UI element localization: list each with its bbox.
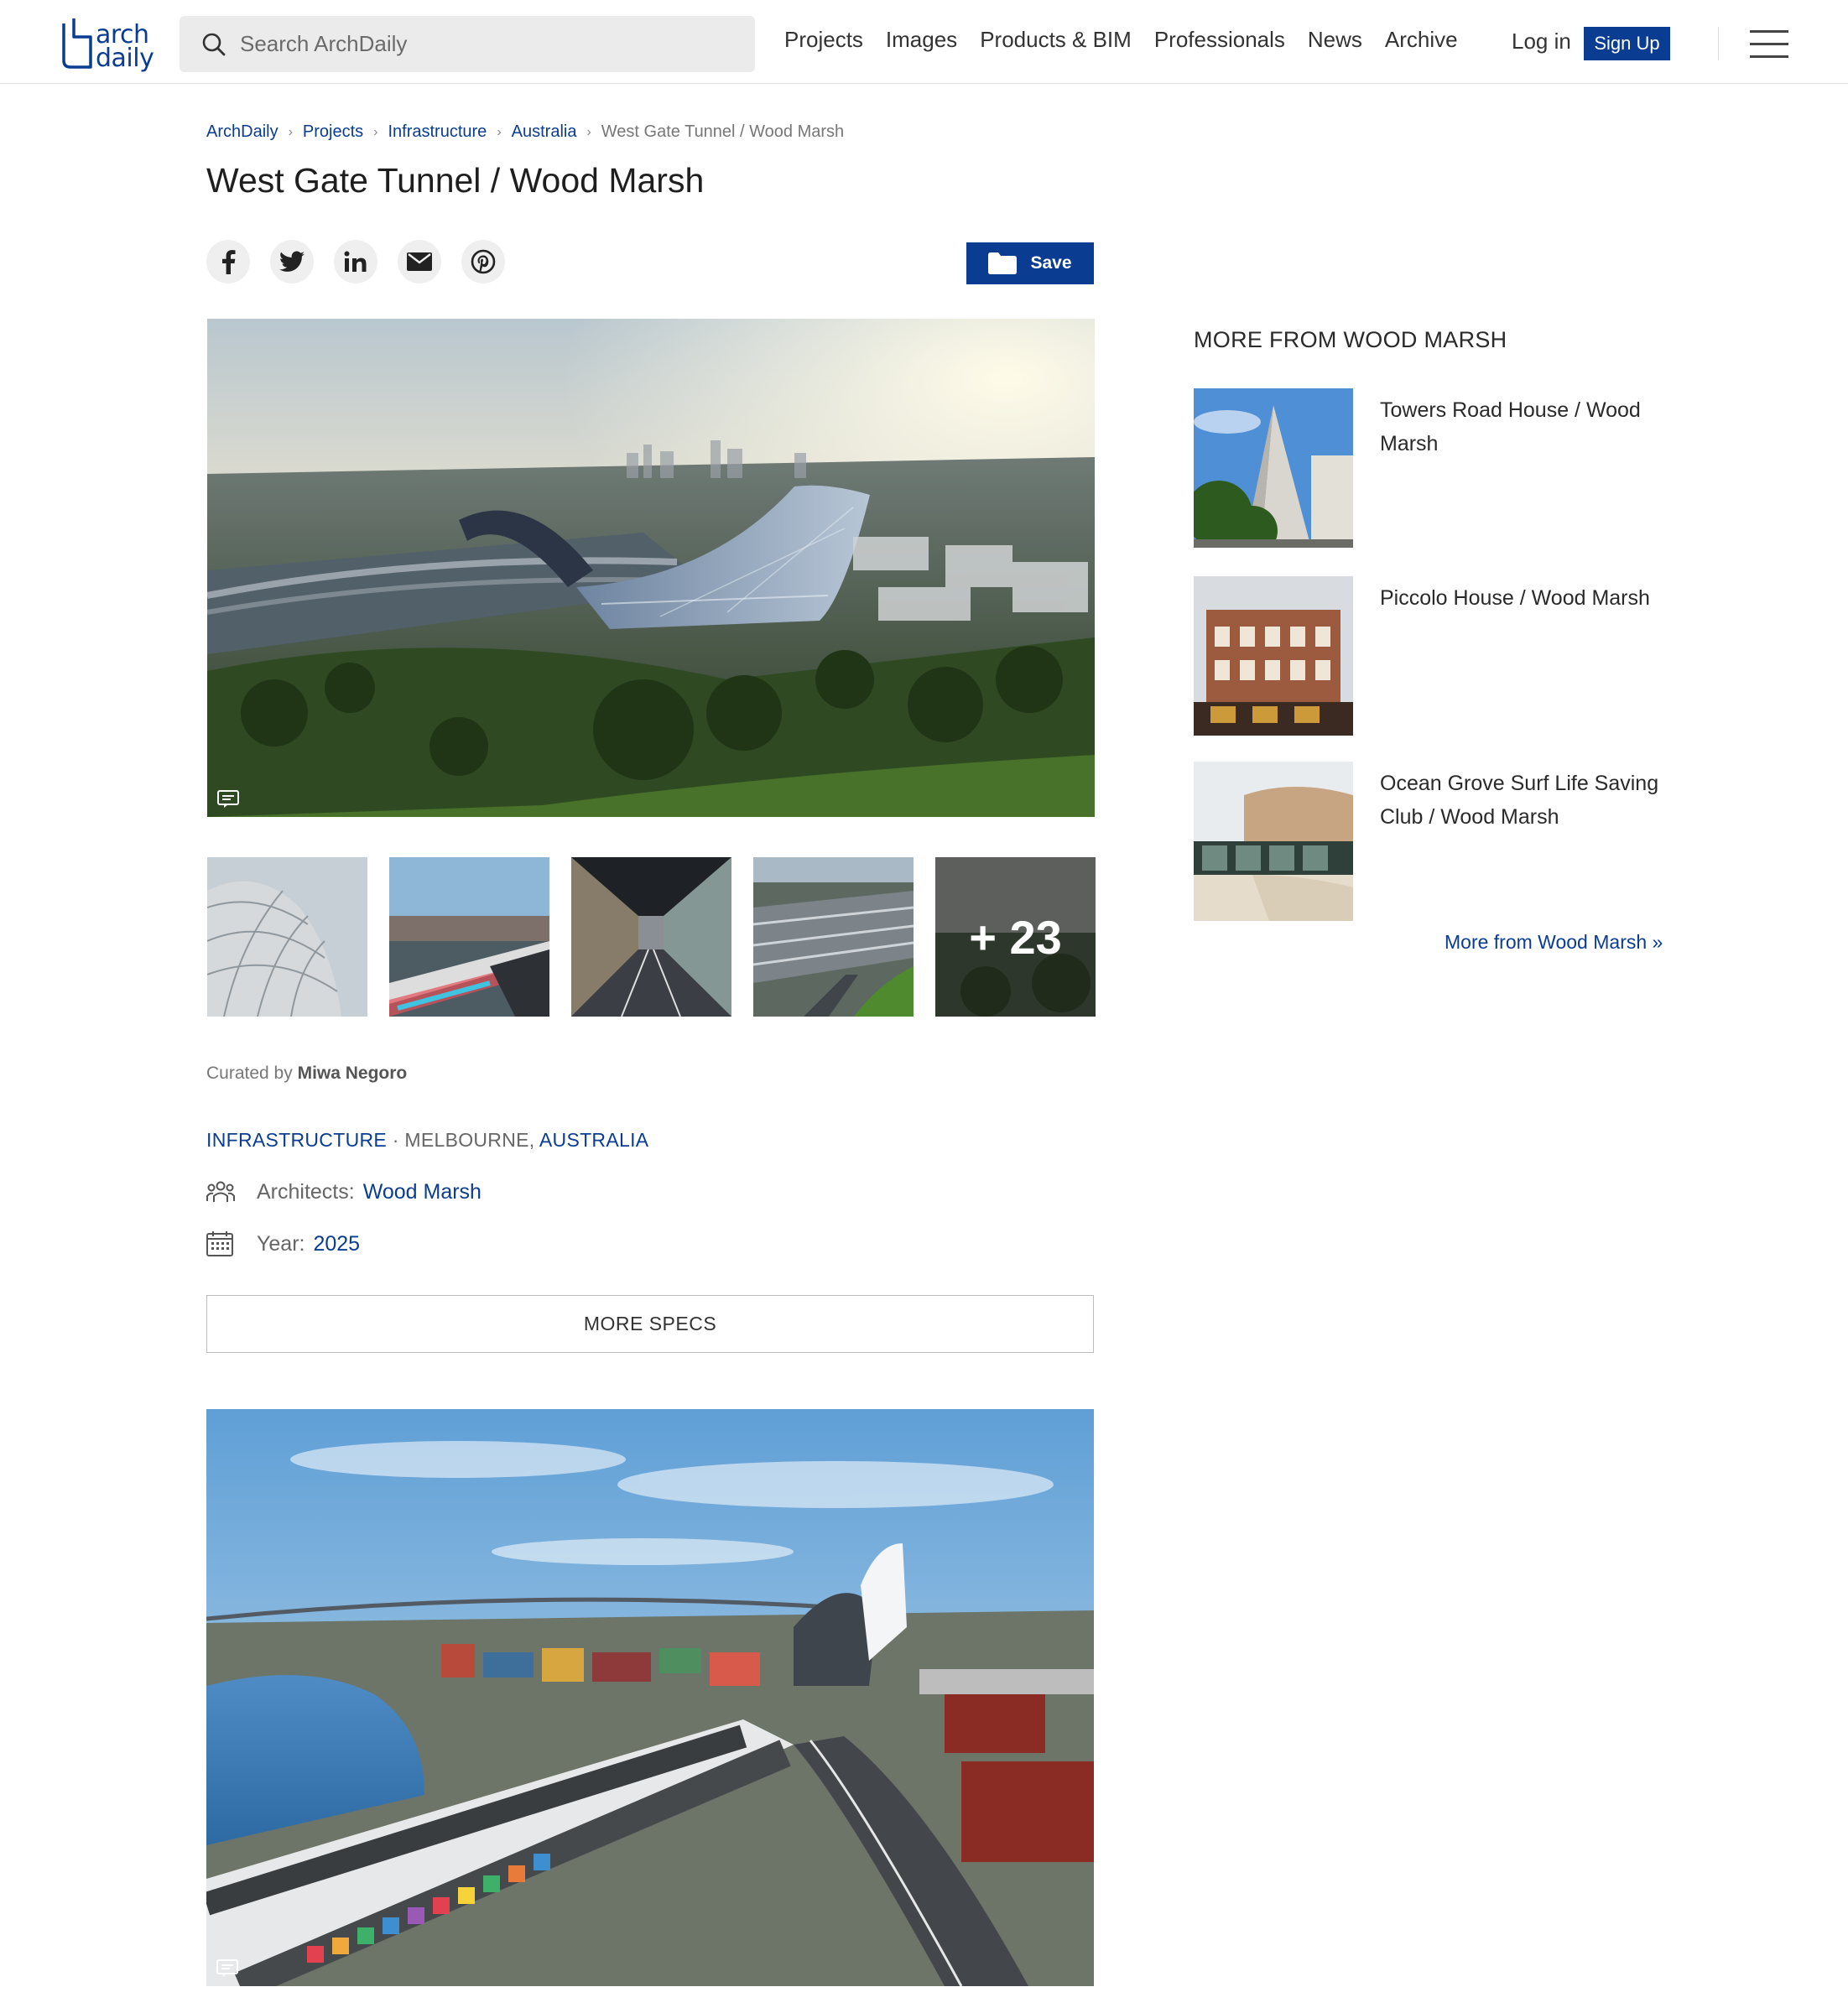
related-project-thumbnail[interactable] bbox=[1194, 388, 1353, 548]
thumbnail-photo bbox=[753, 857, 914, 1017]
search-input[interactable] bbox=[240, 31, 743, 57]
people-icon bbox=[206, 1179, 235, 1204]
site-header: archdaily Projects Images Products & BIM… bbox=[0, 0, 1848, 84]
caption-icon[interactable] bbox=[216, 1959, 238, 1978]
breadcrumb-australia[interactable]: Australia bbox=[512, 122, 577, 142]
related-project-photo bbox=[1194, 576, 1353, 736]
more-images-count: + 23 bbox=[935, 857, 1096, 1017]
gallery-thumbnail[interactable] bbox=[753, 857, 914, 1017]
nav-images[interactable]: Images bbox=[886, 27, 957, 53]
logo-text: arch daily bbox=[96, 20, 154, 73]
breadcrumb-infrastructure[interactable]: Infrastructure bbox=[388, 122, 487, 142]
related-project-photo bbox=[1194, 388, 1353, 548]
signup-button[interactable]: Sign Up bbox=[1584, 27, 1670, 60]
category-link[interactable]: INFRASTRUCTURE bbox=[206, 1129, 387, 1151]
caption-icon[interactable] bbox=[217, 790, 239, 809]
project-taxonomy: INFRASTRUCTURE · MELBOURNE, AUSTRALIA bbox=[206, 1129, 648, 1152]
breadcrumb: ArchDaily › Projects › Infrastructure › … bbox=[206, 122, 844, 142]
project-photo-image bbox=[206, 1409, 1094, 1986]
twitter-icon[interactable] bbox=[270, 240, 314, 283]
spec-architects: Architects: Wood Marsh bbox=[206, 1179, 482, 1204]
related-project-item[interactable]: Piccolo House / Wood Marsh bbox=[1194, 576, 1663, 736]
nav-projects[interactable]: Projects bbox=[784, 27, 863, 53]
related-project-name[interactable]: Ocean Grove Surf Life Saving Club / Wood… bbox=[1380, 767, 1665, 834]
related-project-item[interactable]: Towers Road House / Wood Marsh bbox=[1194, 388, 1663, 548]
project-photo[interactable] bbox=[206, 1409, 1094, 1986]
related-project-item[interactable]: Ocean Grove Surf Life Saving Club / Wood… bbox=[1194, 762, 1663, 921]
archdaily-logo[interactable]: arch daily bbox=[60, 13, 154, 72]
breadcrumb-archdaily[interactable]: ArchDaily bbox=[206, 122, 279, 142]
breadcrumb-projects[interactable]: Projects bbox=[303, 122, 363, 142]
architects-link[interactable]: Wood Marsh bbox=[363, 1180, 482, 1204]
facebook-icon[interactable] bbox=[206, 240, 250, 283]
thumbnail-photo bbox=[389, 857, 549, 1017]
thumbnail-photo bbox=[571, 857, 731, 1017]
breadcrumb-separator-icon: › bbox=[586, 124, 591, 139]
gallery-more-thumbnail[interactable]: + 23 bbox=[935, 857, 1096, 1017]
related-project-name[interactable]: Piccolo House / Wood Marsh bbox=[1380, 581, 1665, 615]
save-label: Save bbox=[1030, 253, 1072, 273]
gallery-thumbnail[interactable] bbox=[207, 857, 367, 1017]
search-icon bbox=[200, 30, 228, 59]
related-project-thumbnail[interactable] bbox=[1194, 576, 1353, 736]
save-button[interactable]: Save bbox=[966, 242, 1094, 284]
email-icon[interactable] bbox=[398, 240, 441, 283]
breadcrumb-current: West Gate Tunnel / Wood Marsh bbox=[601, 122, 845, 141]
linkedin-icon[interactable] bbox=[334, 240, 377, 283]
gallery-thumbnail[interactable] bbox=[389, 857, 549, 1017]
curator-name: Miwa Negoro bbox=[297, 1064, 408, 1083]
header-divider bbox=[1718, 27, 1719, 60]
logo-mark-icon bbox=[62, 18, 92, 69]
more-from-architect-link[interactable]: More from Wood Marsh » bbox=[1445, 931, 1663, 954]
pinterest-icon[interactable] bbox=[461, 240, 505, 283]
architects-label: Architects: bbox=[257, 1179, 355, 1204]
year-link[interactable]: 2025 bbox=[313, 1232, 360, 1256]
hero-image[interactable] bbox=[207, 319, 1095, 817]
page-title: West Gate Tunnel / Wood Marsh bbox=[206, 161, 705, 200]
menu-icon[interactable] bbox=[1750, 30, 1788, 58]
year-label: Year: bbox=[257, 1231, 305, 1256]
share-bar bbox=[206, 240, 505, 283]
breadcrumb-separator-icon: › bbox=[288, 124, 293, 139]
related-project-thumbnail[interactable] bbox=[1194, 762, 1353, 921]
curated-by: Curated by Miwa Negoro bbox=[206, 1064, 408, 1083]
gallery-thumbnail[interactable] bbox=[571, 857, 731, 1017]
calendar-icon bbox=[206, 1231, 235, 1256]
gallery-thumbnails: + 23 bbox=[207, 857, 1096, 1017]
spec-year: Year: 2025 bbox=[206, 1231, 360, 1256]
taxonomy-separator: · bbox=[387, 1129, 405, 1151]
more-specs-button[interactable]: MORE SPECS bbox=[206, 1295, 1094, 1353]
related-project-photo bbox=[1194, 762, 1353, 921]
breadcrumb-separator-icon: › bbox=[373, 124, 378, 139]
nav-products-bim[interactable]: Products & BIM bbox=[980, 27, 1132, 53]
hero-photo bbox=[207, 319, 1095, 817]
folder-icon bbox=[988, 252, 1018, 274]
search-bar[interactable] bbox=[180, 16, 755, 72]
country-link[interactable]: AUSTRALIA bbox=[539, 1129, 649, 1151]
nav-professionals[interactable]: Professionals bbox=[1154, 27, 1285, 53]
related-project-name[interactable]: Towers Road House / Wood Marsh bbox=[1380, 393, 1665, 460]
city-label: MELBOURNE, bbox=[404, 1129, 539, 1151]
nav-archive[interactable]: Archive bbox=[1385, 27, 1458, 53]
main-nav: Projects Images Products & BIM Professio… bbox=[784, 27, 1481, 53]
login-link[interactable]: Log in bbox=[1512, 29, 1571, 55]
thumbnail-photo bbox=[207, 857, 367, 1017]
nav-news[interactable]: News bbox=[1308, 27, 1362, 53]
sidebar-title: MORE FROM WOOD MARSH bbox=[1194, 327, 1507, 352]
breadcrumb-separator-icon: › bbox=[497, 124, 502, 139]
